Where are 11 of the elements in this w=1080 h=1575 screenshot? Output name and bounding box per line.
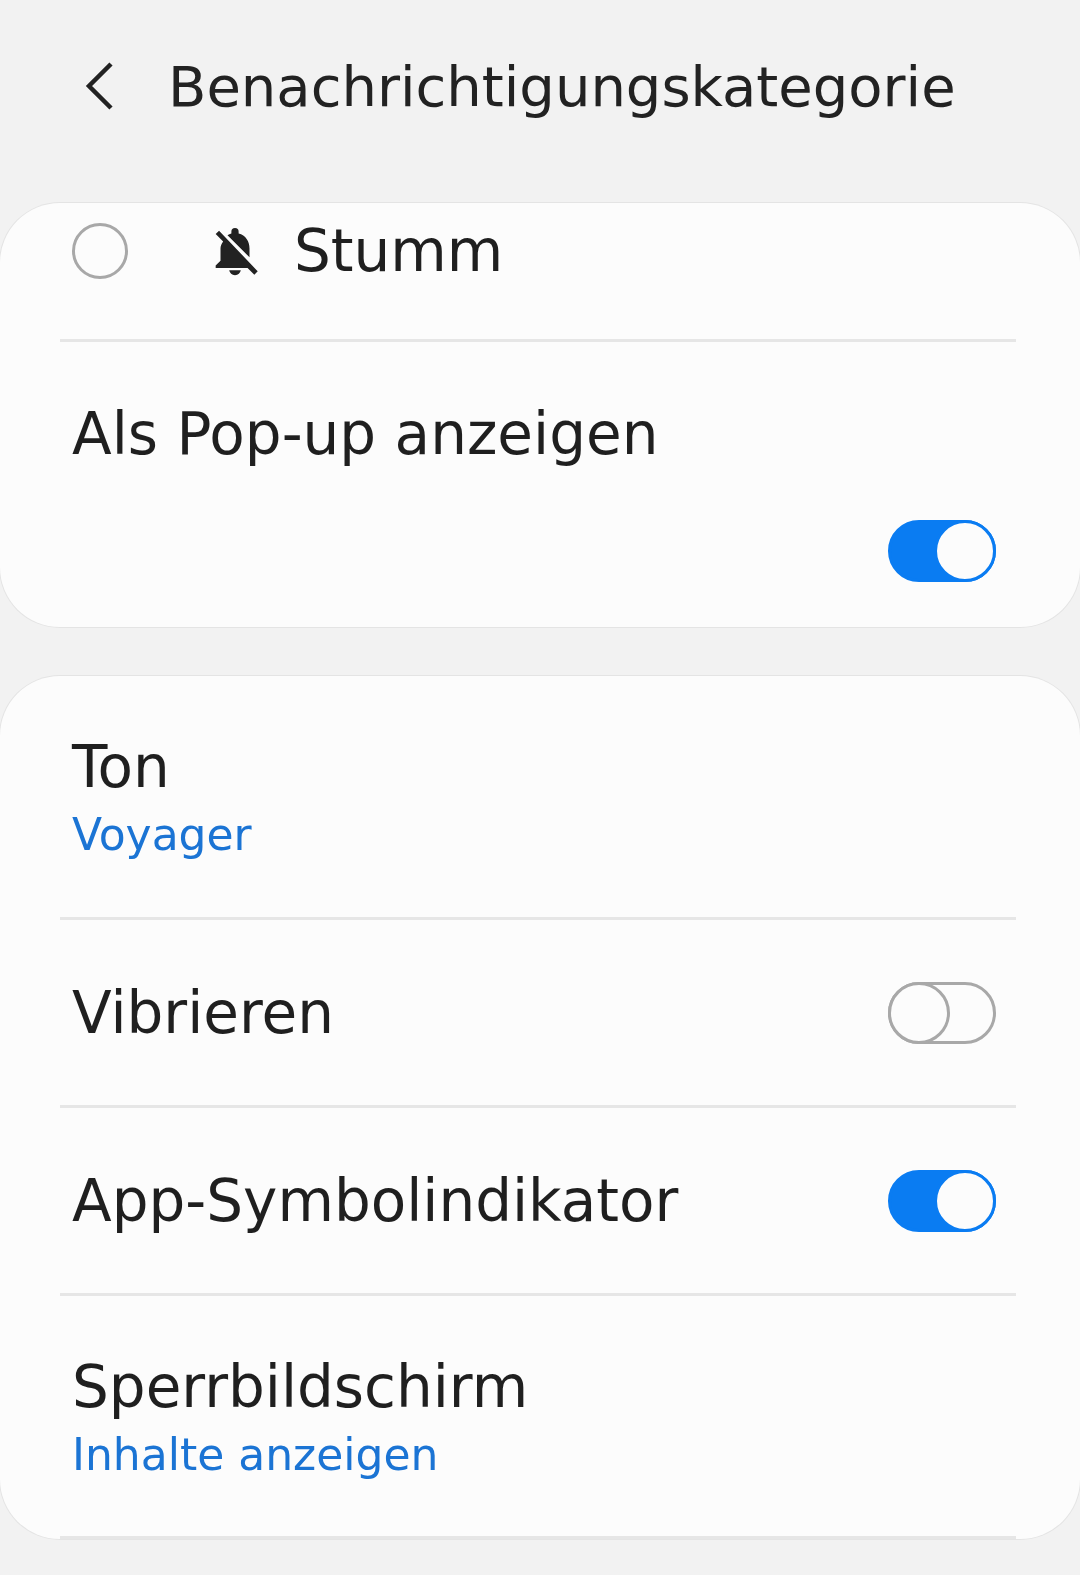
setting-value: Inhalte anzeigen	[72, 1428, 440, 1480]
toggle-switch[interactable]	[888, 520, 996, 582]
setting-label: App-Symbolindikator	[72, 1166, 679, 1235]
setting-label: Vibrieren	[72, 978, 334, 1047]
page-title: Benachrichtigungskategorie	[168, 53, 956, 119]
setting-value: Voyager	[72, 809, 253, 860]
setting-label: Sperrbildschirm	[72, 1352, 530, 1421]
radio-button[interactable]	[72, 223, 128, 279]
option-label: Stumm	[294, 217, 504, 285]
setting-label: Als Pop-up anzeigen	[72, 400, 660, 468]
setting-label: Ton	[72, 733, 171, 801]
